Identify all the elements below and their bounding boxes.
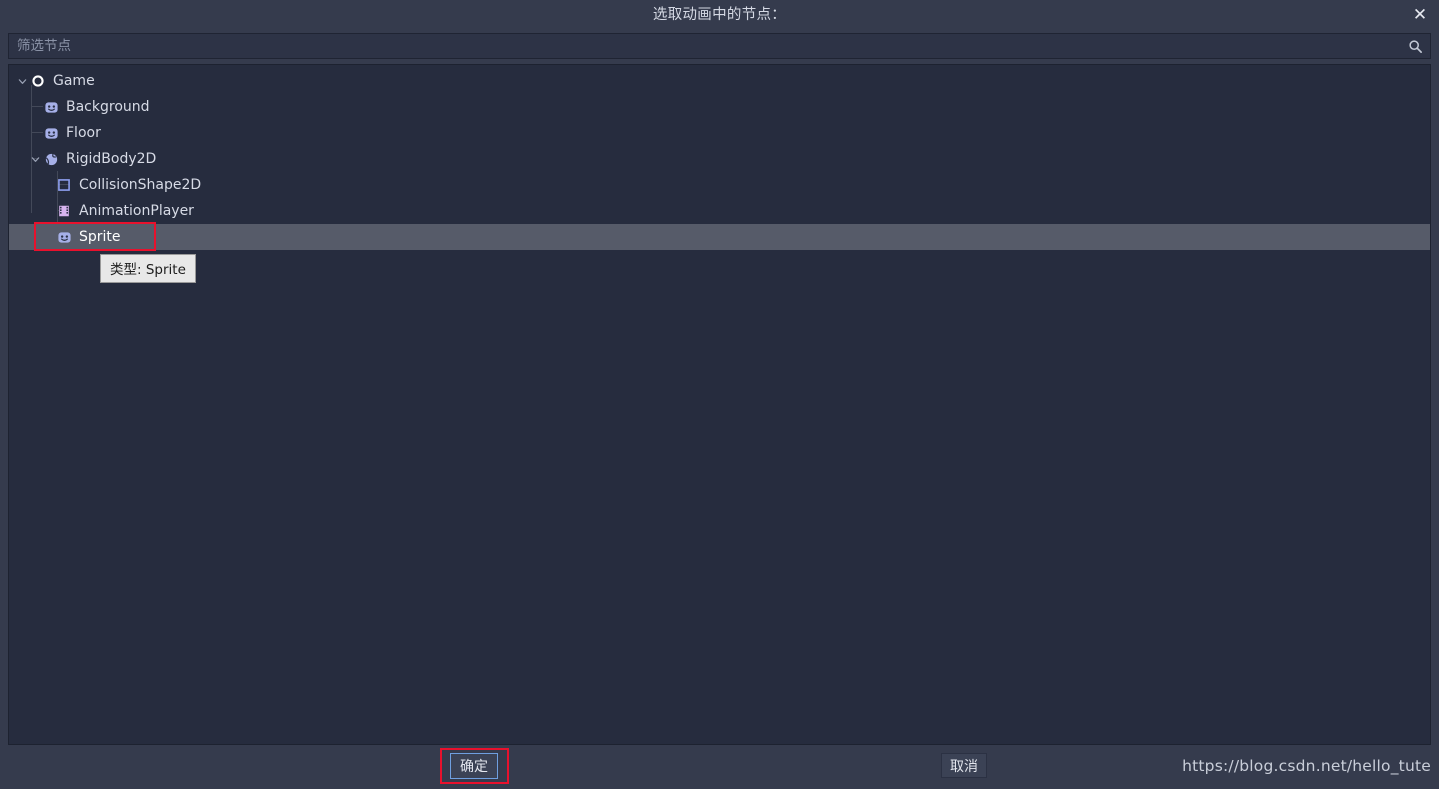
search-input[interactable]	[9, 34, 1400, 58]
tree-row[interactable]: CollisionShape2D	[9, 172, 1430, 198]
tree-row[interactable]: RigidBody2D	[9, 146, 1430, 172]
tree-row[interactable]: Background	[9, 94, 1430, 120]
sprite-icon	[42, 98, 60, 116]
node2d-icon	[29, 72, 47, 90]
tree-row[interactable]: AnimationPlayer	[9, 198, 1430, 224]
collisionshape2d-icon	[55, 176, 73, 194]
tree-node-label: Floor	[66, 125, 101, 141]
title-bar: 选取动画中的节点： ✕	[0, 0, 1439, 30]
animationplayer-icon	[55, 202, 73, 220]
cancel-button[interactable]: 取消	[941, 753, 987, 778]
tree-node-label: AnimationPlayer	[79, 203, 194, 219]
node-picker-dialog: 选取动画中的节点： ✕ GameBackgroundFloorRigidBo	[0, 0, 1439, 789]
ok-button[interactable]: 确定	[450, 753, 498, 779]
filter-bar[interactable]	[8, 33, 1431, 59]
search-icon[interactable]	[1400, 34, 1430, 58]
sprite-icon	[42, 124, 60, 142]
chevron-down-icon[interactable]	[15, 68, 29, 94]
tree-row-list: Game Background Floor RigidBody2D CollisionS…	[9, 65, 1430, 250]
tree-row[interactable]: Sprite	[9, 224, 1430, 250]
tree-row[interactable]: Game	[9, 68, 1430, 94]
sprite-icon	[55, 228, 73, 246]
tree-node-label: CollisionShape2D	[79, 177, 202, 193]
tree-row[interactable]: Floor	[9, 120, 1430, 146]
watermark-text: https://blog.csdn.net/hello_tute	[1182, 757, 1431, 775]
node-type-tooltip: 类型: Sprite	[100, 254, 196, 283]
chevron-down-icon[interactable]	[28, 146, 42, 172]
tree-node-label: Game	[53, 73, 95, 89]
dialog-title: 选取动画中的节点：	[652, 7, 787, 23]
node-tree-panel[interactable]: Game Background Floor RigidBody2D CollisionS…	[8, 64, 1431, 745]
rigidbody2d-icon	[42, 150, 60, 168]
tree-node-label: Background	[66, 99, 150, 115]
close-icon[interactable]: ✕	[1407, 3, 1433, 27]
tree-node-label: Sprite	[79, 229, 121, 245]
tree-node-label: RigidBody2D	[66, 151, 157, 167]
